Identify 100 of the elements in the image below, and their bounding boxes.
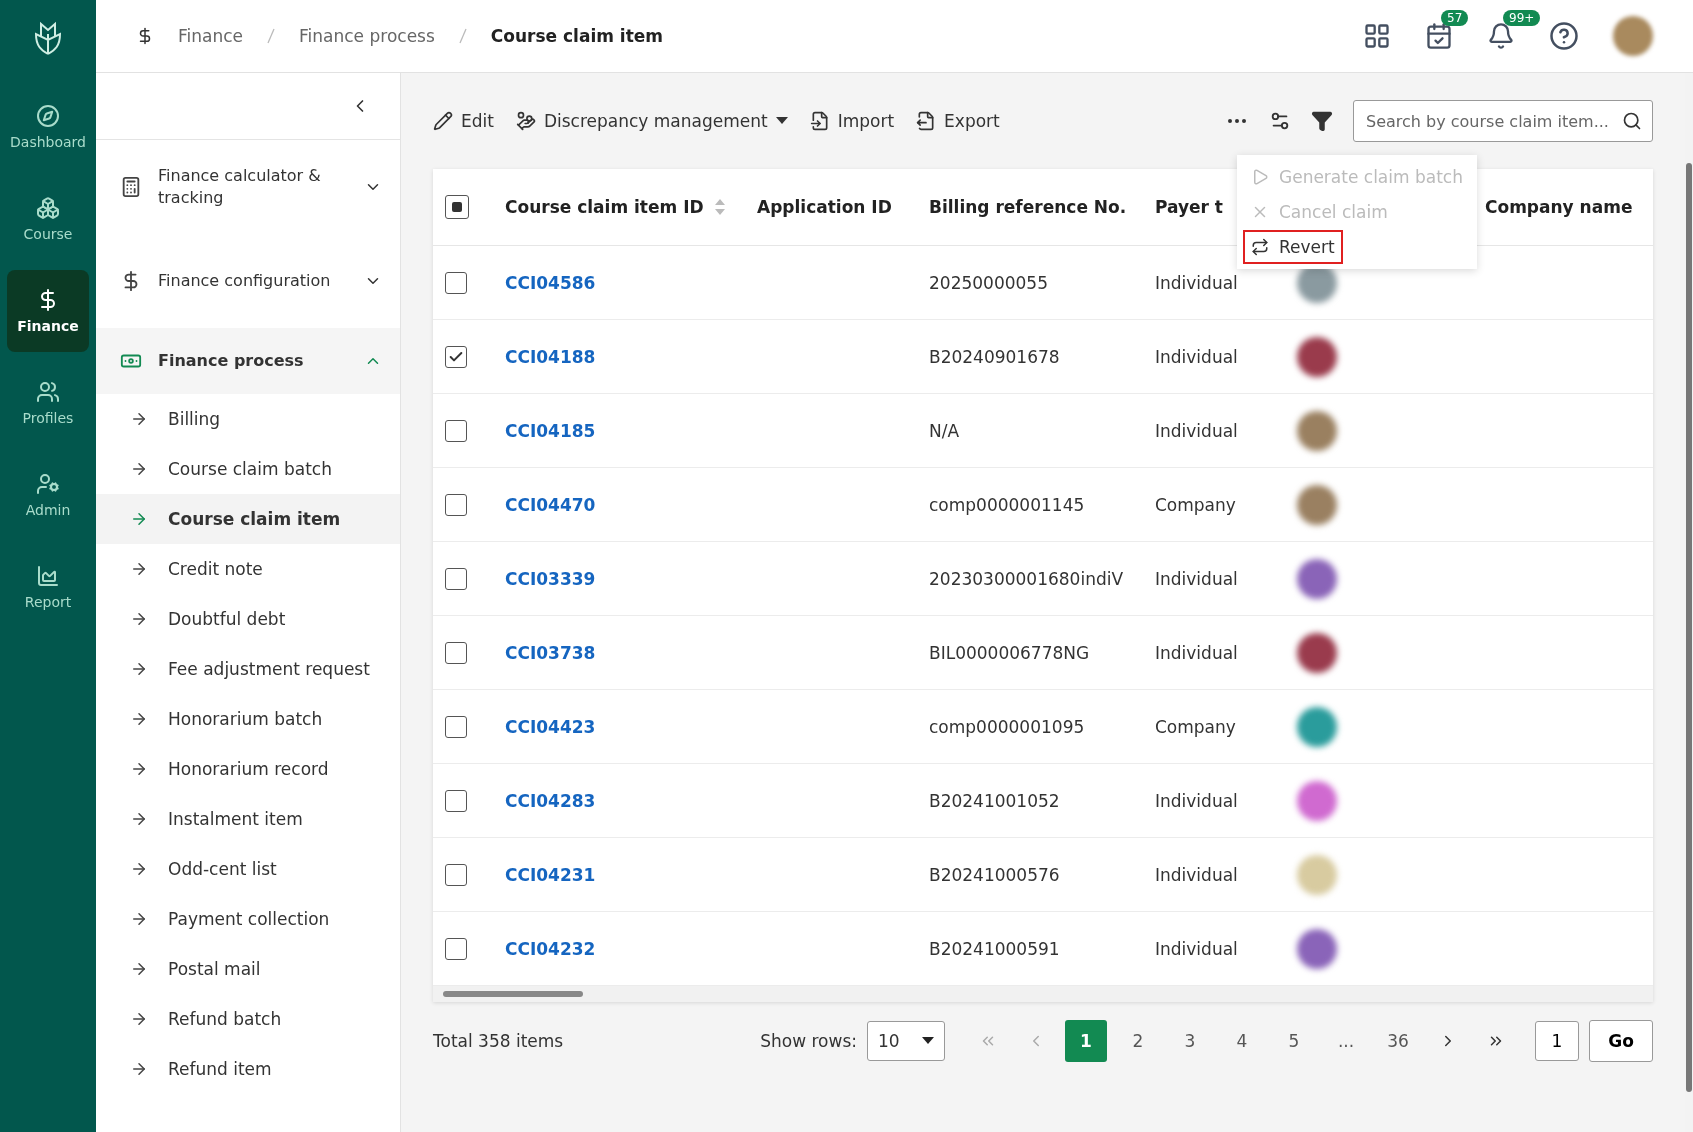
table-cell: Individual [1143,320,1273,394]
column-header: Billing reference No. [917,169,1143,246]
show-rows-label: Show rows: [760,1031,857,1051]
count-badge: 99+ [1503,10,1541,26]
arrow-right-icon [130,760,148,778]
breadcrumb-item: Course claim item [490,26,664,46]
toolbar-button[interactable]: Export [916,111,1000,131]
arrow-right-icon [130,860,148,878]
table-cell: N/A [917,394,1143,468]
sidebar-group[interactable]: Finance process [96,328,400,394]
column-header: Application ID [745,169,917,246]
search-icon [1622,111,1642,131]
nav-rail-item[interactable]: Profiles [7,362,89,444]
import-icon [809,111,830,131]
row-checkbox[interactable] [445,271,467,294]
table-cell: Company [1143,690,1273,764]
column-settings-icon[interactable] [1269,110,1291,132]
claim-item-link[interactable]: CCI04232 [505,938,596,959]
page-button[interactable]: 36 [1377,1020,1419,1062]
filter-icon[interactable] [1311,110,1333,132]
toolbar-button[interactable]: Edit [433,111,494,131]
page-button[interactable]: 5 [1273,1020,1315,1062]
claim-item-link[interactable]: CCI04185 [505,420,596,441]
row-checkbox[interactable] [445,789,467,812]
arrow-right-icon [130,560,148,578]
table-cell: Individual [1143,394,1273,468]
arrow-right-icon [130,660,148,678]
column-header: Course claim item ID [493,169,745,246]
table-cell: comp0000001145 [917,468,1143,542]
menu-item[interactable]: Revert [1243,230,1343,264]
help-icon[interactable] [1549,21,1579,51]
calculator-icon [120,176,142,198]
page-button[interactable]: 3 [1169,1020,1211,1062]
arrow-right-icon [130,410,148,428]
table-cell: B20241001052 [917,764,1143,838]
row-checkbox[interactable] [445,345,467,368]
nav-rail-item[interactable]: Report [7,546,89,628]
claim-item-link[interactable]: CCI03738 [505,642,596,663]
arrow-right-icon [130,810,148,828]
table-cell: 20250000055 [917,246,1143,320]
revert-icon [1251,238,1269,256]
claim-item-link[interactable]: CCI04586 [505,272,596,293]
row-checkbox[interactable] [445,641,467,664]
breadcrumb-item[interactable]: Finance process [299,26,435,46]
nav-rail-item[interactable]: Admin [7,454,89,536]
table-cell: Individual [1143,246,1273,320]
page-button[interactable]: 2 [1117,1020,1159,1062]
claim-item-link[interactable]: CCI03339 [505,568,596,589]
nav-rail-item[interactable]: Finance [7,270,89,352]
go-button[interactable]: Go [1589,1020,1653,1062]
table-cell: Individual [1143,838,1273,912]
compass-icon [36,104,60,128]
claim-item-link[interactable]: CCI04188 [505,346,596,367]
boxes-icon [36,196,60,220]
sidebar-item[interactable]: Course claim item [96,494,400,544]
search-field[interactable]: Search by course claim item... [1353,100,1653,142]
arrow-right-icon [130,960,148,978]
export-icon [916,111,937,131]
table-cell: Individual [1143,764,1273,838]
play-icon [1251,168,1269,186]
users-icon [36,380,60,404]
row-checkbox[interactable] [445,567,467,590]
area-chart-icon [36,564,60,588]
arrow-right-icon [130,510,148,528]
horizontal-scrollbar[interactable] [433,986,1653,1002]
select-all-checkbox[interactable] [445,195,469,219]
claim-item-link[interactable]: CCI04470 [505,494,596,515]
nav-rail-item[interactable]: Course [7,178,89,260]
claim-item-link[interactable]: CCI04423 [505,716,596,737]
rows-select[interactable]: 10 [867,1021,945,1061]
column-header: Company name [1473,169,1653,246]
row-checkbox[interactable] [445,937,467,960]
page-button[interactable]: 4 [1221,1020,1263,1062]
breadcrumb-separator-icon [267,28,276,44]
calendar-check-icon[interactable] [1425,22,1453,50]
row-checkbox[interactable] [445,493,467,516]
user-avatar[interactable] [1613,16,1653,56]
breadcrumb-item[interactable]: Finance [178,26,244,46]
breadcrumb-separator-icon [458,28,467,44]
claim-item-link[interactable]: CCI04231 [505,864,596,885]
arrow-right-icon [130,460,148,478]
claim-item-link[interactable]: CCI04283 [505,790,596,811]
page-input[interactable]: 1 [1535,1021,1579,1061]
nav-rail-item[interactable]: Dashboard [7,86,89,168]
arrow-right-icon [130,1010,148,1028]
page-button[interactable]: 1 [1065,1020,1107,1062]
row-checkbox[interactable] [445,419,467,442]
toolbar-button[interactable]: Discrepancy management [515,111,788,131]
table-cell: B20240901678 [917,320,1143,394]
table-cell: Individual [1143,616,1273,690]
arrow-right-icon [130,710,148,728]
pencil-icon [433,111,453,131]
row-checkbox[interactable] [445,715,467,738]
toolbar-button[interactable]: Import [809,111,895,131]
grid-icon[interactable] [1363,22,1391,50]
bell-icon[interactable] [1487,22,1515,50]
table-cell: 20230300001680indiV [917,542,1143,616]
page-button[interactable]: ... [1325,1020,1367,1062]
arrow-right-icon [130,1060,148,1078]
row-checkbox[interactable] [445,863,467,886]
